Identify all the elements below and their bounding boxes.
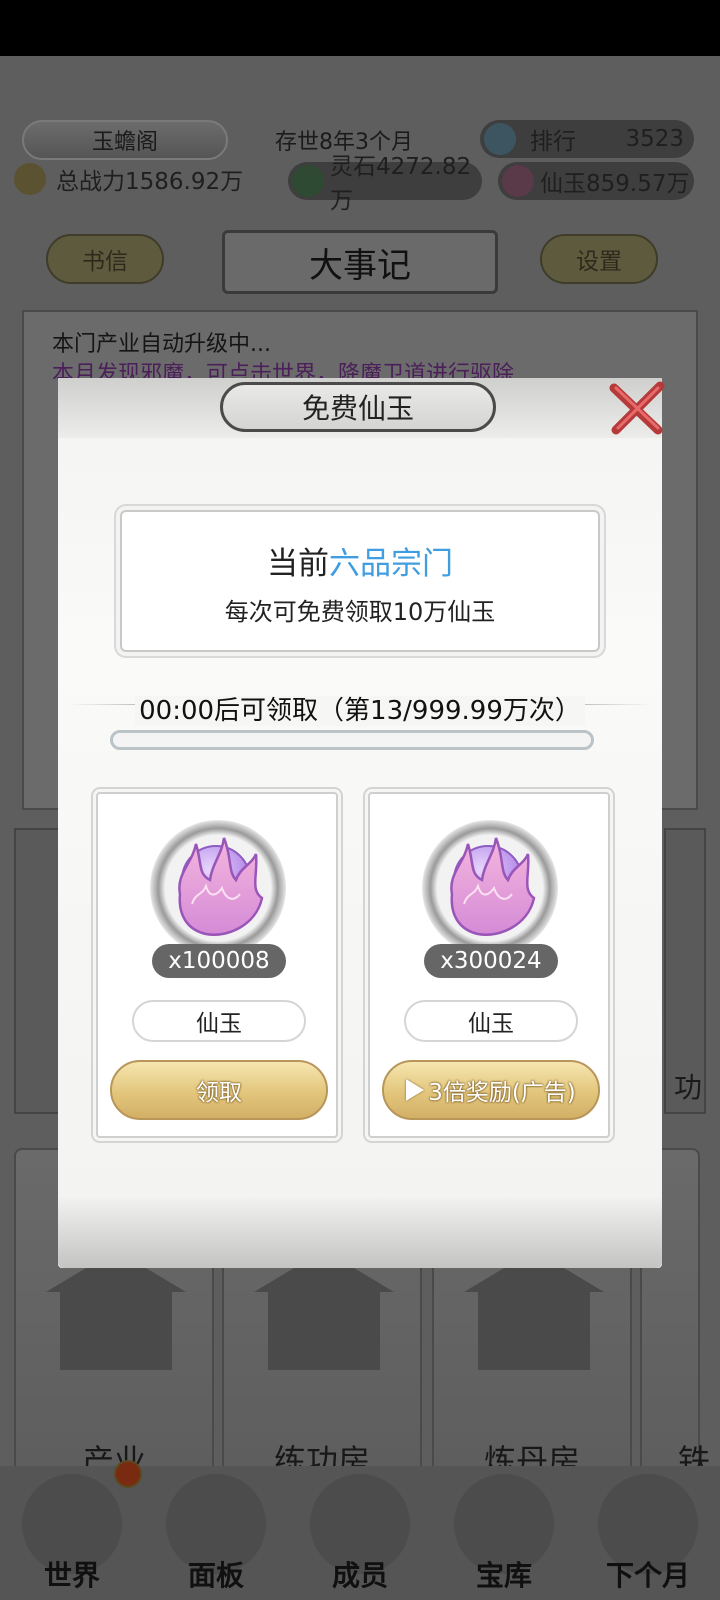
nav-label: 宝库 — [475, 1559, 532, 1592]
spirit-stone-icon — [292, 165, 324, 197]
building-icon — [254, 1250, 394, 1370]
nav-panel[interactable]: 面板 — [144, 1466, 288, 1600]
free-jade-dialog: 免费仙玉 当前六品宗门 每次可免费领取10万仙玉 00:00后可领取（第13/9… — [58, 378, 662, 1268]
ad-button-label: 3倍奖励(广告) — [428, 1080, 576, 1106]
bottom-nav: 世界 面板 成员 宝库 下个月 — [0, 1466, 720, 1600]
power-label: 总战力1586.92万 — [56, 169, 244, 195]
nav-label: 面板 — [187, 1559, 244, 1592]
reward-card-ad: x300024 仙玉 3倍奖励(广告) — [368, 792, 610, 1138]
sect-name: 玉蟾阁 — [22, 120, 228, 160]
power-icon — [14, 163, 46, 195]
current-prefix: 当前 — [267, 546, 329, 582]
nav-label: 成员 — [331, 1559, 388, 1592]
immortal-jade-icon — [178, 837, 264, 936]
building-icon — [46, 1250, 186, 1370]
settings-button[interactable]: 设置 — [540, 234, 658, 284]
nav-treasury[interactable]: 宝库 — [432, 1466, 576, 1600]
rank-value: 3523 — [625, 126, 684, 152]
rank-label: 排行 — [530, 129, 576, 155]
side-card-right[interactable]: 功 — [664, 828, 706, 1114]
reward-card-normal: x100008 仙玉 领取 — [96, 792, 338, 1138]
close-icon[interactable] — [608, 378, 668, 438]
dialog-footer-band — [58, 1198, 662, 1268]
page-title: 大事记 — [222, 230, 498, 294]
claim-button[interactable]: 领取 — [110, 1060, 328, 1120]
triple-reward-ad-button[interactable]: 3倍奖励(广告) — [382, 1060, 600, 1120]
dialog-title: 免费仙玉 — [220, 382, 496, 432]
sect-rank-info: 当前六品宗门 每次可免费领取10万仙玉 — [120, 510, 600, 652]
status-bar — [0, 0, 720, 56]
notification-dot — [114, 1460, 142, 1488]
claim-progress-bar — [110, 730, 594, 750]
side-card-left[interactable] — [14, 828, 60, 1114]
log-line: 本门产业自动升级中... — [52, 332, 271, 357]
claim-button-label: 领取 — [196, 1080, 242, 1106]
nav-members[interactable]: 成员 — [288, 1466, 432, 1600]
side-card-label: 功 — [674, 1071, 703, 1104]
current-rank-line: 当前六品宗门 — [122, 538, 598, 583]
reward-quantity: x100008 — [152, 944, 286, 978]
power-box: 总战力1586.92万 — [10, 160, 272, 198]
nav-next-month[interactable]: 下个月 — [576, 1466, 720, 1600]
reward-name: 仙玉 — [404, 1000, 578, 1042]
reward-name: 仙玉 — [132, 1000, 306, 1042]
per-claim-text: 每次可免费领取10万仙玉 — [224, 598, 496, 626]
nav-label: 世界 — [43, 1559, 100, 1592]
immortal-jade-icon — [450, 837, 536, 936]
jade-icon — [502, 165, 534, 197]
spirit-stone-value: 灵石4272.82万 — [330, 154, 472, 214]
nav-label: 下个月 — [605, 1559, 690, 1592]
claim-timer: 00:00后可领取（第13/999.99万次） — [58, 690, 662, 727]
current-rank: 六品宗门 — [329, 546, 453, 582]
rank-icon — [484, 123, 516, 155]
rank-box[interactable]: 排行 3523 — [480, 120, 694, 158]
immortal-jade-value: 仙玉859.57万 — [540, 171, 690, 197]
play-icon — [406, 1079, 425, 1101]
building-icon — [464, 1250, 604, 1370]
immortal-jade-box: 仙玉859.57万 — [498, 162, 694, 200]
spirit-stone-box: 灵石4272.82万 — [288, 154, 482, 214]
reward-quantity: x300024 — [424, 944, 558, 978]
claim-timer-text: 00:00后可领取（第13/999.99万次） — [135, 696, 585, 726]
letters-button[interactable]: 书信 — [46, 234, 164, 284]
